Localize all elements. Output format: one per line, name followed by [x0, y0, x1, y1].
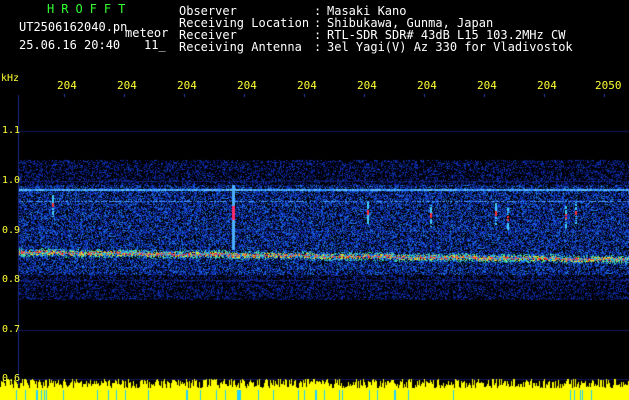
field-sep-antenna: : [314, 40, 322, 54]
x-tick-label: 204 [177, 79, 197, 92]
y-tick-label: 1.0 [2, 175, 21, 186]
app-logo: HROFFT [47, 2, 133, 16]
y-tick-label: 0.9 [2, 225, 21, 236]
field-label-antenna: Receiving Antenna [179, 40, 302, 54]
field-value-antenna: 3el Yagi(V) Az 330 for Vladivostok [327, 40, 573, 54]
x-tick-label: 204 [537, 79, 557, 92]
date-time: 25.06.16 20:40 [19, 38, 121, 52]
file-name: UT2506162040.pn [19, 20, 128, 34]
hrofft-spectrogram-window: HROFFT UT2506162040.pn meteor 25.06.16 2… [0, 0, 629, 400]
axis-unit-label: kHz [1, 73, 20, 84]
spectrogram-plot[interactable] [0, 0, 629, 400]
x-tick-label: 204 [297, 79, 317, 92]
x-tick-label: 204 [477, 79, 497, 92]
x-tick-label: 204 [237, 79, 257, 92]
x-tick-label: 204 [417, 79, 437, 92]
y-tick-label: 0.6 [2, 373, 21, 384]
x-tick-label: 204 [57, 79, 77, 92]
y-tick-label: 1.1 [2, 125, 21, 136]
y-tick-label: 0.8 [2, 274, 21, 285]
y-tick-label: 0.7 [2, 324, 21, 335]
x-tick-label: 204 [117, 79, 137, 92]
x-tick-label: 2050 [595, 79, 622, 92]
echo-count: 11_ [144, 38, 166, 52]
x-tick-label: 204 [357, 79, 377, 92]
